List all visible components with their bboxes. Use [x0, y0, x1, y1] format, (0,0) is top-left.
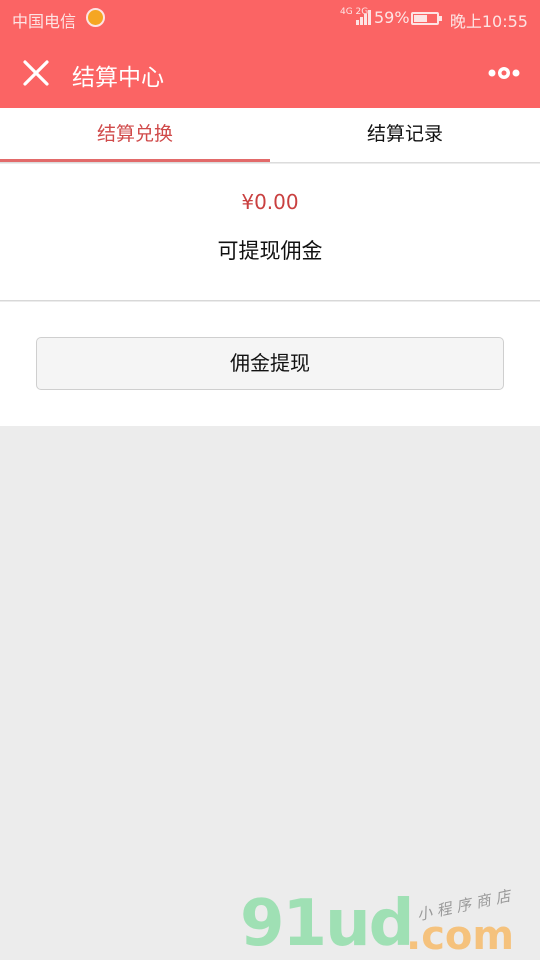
- watermark-logo: 91ud .com 小程序商店: [240, 886, 540, 960]
- carrier-app-icon: [86, 8, 105, 27]
- battery-level: [414, 15, 427, 22]
- close-icon: [23, 60, 49, 86]
- tab-label: 结算兑换: [96, 123, 173, 145]
- more-button[interactable]: [484, 60, 524, 86]
- tab-settlement-records[interactable]: 结算记录: [270, 108, 540, 162]
- status-bar: 中国电信 4G 2G 59% 晚上10:55: [0, 0, 540, 36]
- tab-label: 结算记录: [366, 123, 443, 145]
- tab-settlement-exchange[interactable]: 结算兑换: [0, 108, 270, 162]
- action-panel: 佣金提现: [0, 302, 540, 426]
- battery-icon: [411, 12, 442, 25]
- tab-bar: 结算兑换 结算记录: [0, 108, 540, 163]
- balance-amount: ¥0.00: [241, 190, 299, 214]
- signal-icon: [356, 9, 372, 25]
- balance-label: 可提现佣金: [217, 239, 323, 263]
- watermark-brand: 91ud: [240, 887, 414, 960]
- balance-panel: ¥0.00 可提现佣金: [0, 164, 540, 301]
- more-icon: [488, 67, 520, 79]
- withdraw-commission-button[interactable]: 佣金提现: [36, 337, 504, 390]
- battery-percent: 59%: [374, 8, 410, 27]
- close-button[interactable]: [18, 56, 54, 92]
- app-header: 中国电信 4G 2G 59% 晚上10:55 结算中心: [0, 0, 540, 108]
- page-title: 结算中心: [72, 65, 164, 91]
- clock: 晚上10:55: [449, 12, 528, 31]
- carrier-label: 中国电信: [12, 12, 77, 31]
- tab-active-indicator: [0, 159, 270, 162]
